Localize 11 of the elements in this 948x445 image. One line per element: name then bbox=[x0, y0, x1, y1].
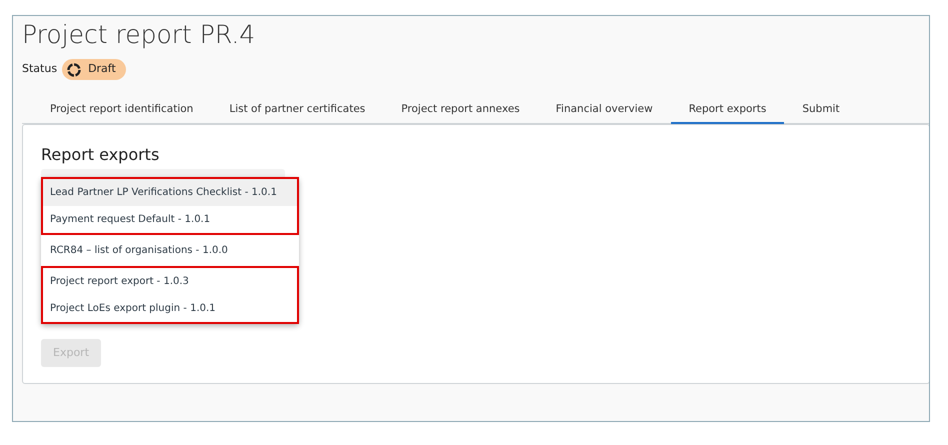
tab[interactable]: List of partner certificates bbox=[211, 98, 384, 124]
tab[interactable]: Financial overview bbox=[538, 98, 671, 124]
spinner-icon bbox=[66, 62, 82, 78]
page-title: Project report PR.4 bbox=[22, 19, 256, 51]
tab[interactable]: Project report identification bbox=[32, 98, 212, 124]
tab[interactable]: Submit bbox=[784, 98, 858, 124]
tab[interactable]: Project report annexes bbox=[383, 98, 538, 124]
dropdown-option[interactable]: Lead Partner LP Verifications Checklist - 1.0.1 bbox=[43, 179, 297, 206]
status-label: Status bbox=[22, 61, 58, 78]
section-heading: Report exports bbox=[41, 145, 160, 165]
status-badge: Draft bbox=[62, 59, 126, 80]
